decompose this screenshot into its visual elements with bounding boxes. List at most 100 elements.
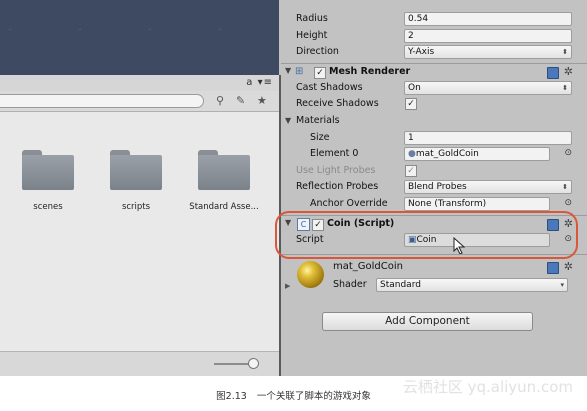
receive-shadows-label: Receive Shadows — [296, 98, 379, 109]
shader-dropdown[interactable]: Standard ▾ — [376, 278, 568, 292]
reflection-probes-value: Blend Probes — [408, 182, 467, 192]
figure-number: 图2.13 — [216, 391, 247, 402]
dropdown-arrow-icon: ⬍ — [562, 183, 568, 191]
folder-scripts[interactable]: scripts — [101, 150, 171, 212]
height-field[interactable]: 2 — [404, 29, 572, 43]
add-component-button[interactable]: Add Component — [322, 312, 533, 331]
element0-label: Element 0 — [310, 148, 359, 159]
size-field[interactable]: 1 — [404, 131, 572, 145]
mouse-cursor-icon — [453, 237, 466, 255]
folder-icon — [22, 150, 74, 190]
anchor-override-field[interactable]: None (Transform) — [404, 197, 550, 211]
project-footer — [0, 351, 279, 376]
folder-standard-assets[interactable]: Standard Asse... — [189, 150, 259, 212]
material-name: mat_GoldCoin — [333, 261, 403, 272]
object-picker-icon[interactable]: ⊙ — [564, 198, 572, 208]
foldout-arrow-icon[interactable]: ▼ — [285, 66, 291, 75]
mesh-renderer-header[interactable]: ▼ ⊞ ✓ Mesh Renderer ✲ — [281, 63, 587, 81]
radius-label: Radius — [296, 13, 328, 24]
cast-shadows-label: Cast Shadows — [296, 82, 363, 93]
unity-editor-screenshot: a ▾≡ ⚲ ✎ ★ scenes scripts Standard Asse.… — [0, 0, 587, 376]
enable-checkbox[interactable]: ✓ — [314, 67, 326, 79]
figure-caption: 图2.13 一个关联了脚本的游戏对象 — [0, 388, 587, 402]
element0-field[interactable]: ●mat_GoldCoin — [404, 147, 550, 161]
element0-row: Element 0 ●mat_GoldCoin ⊙ — [281, 146, 587, 162]
material-sphere-preview — [297, 261, 324, 288]
script-file-icon: ▣ — [408, 235, 417, 245]
light-probes-checkbox: ✓ — [405, 165, 417, 177]
dropdown-arrow-icon: ⬍ — [562, 48, 568, 56]
help-book-icon[interactable] — [547, 219, 559, 231]
filter-by-label-icon[interactable]: ✎ — [236, 94, 245, 107]
object-picker-icon[interactable]: ⊙ — [564, 234, 572, 244]
script-icon: C — [297, 218, 310, 231]
anchor-override-row: Anchor Override None (Transform) ⊙ — [281, 196, 587, 212]
script-field[interactable]: ▣Coin — [404, 233, 550, 247]
project-panel: a ▾≡ ⚲ ✎ ★ scenes scripts Standard Asse.… — [0, 75, 281, 376]
receive-shadows-row: Receive Shadows ✓ — [281, 96, 587, 112]
folder-label: scripts — [121, 202, 151, 212]
shader-value: Standard — [380, 280, 421, 290]
radius-field[interactable]: 0.54 — [404, 12, 572, 26]
inspector-panel: Radius 0.54 Height 2 Direction Y-Axis ⬍ ▼… — [281, 0, 587, 376]
filter-by-type-icon[interactable]: ⚲ — [216, 94, 224, 107]
size-row: Size 1 — [281, 130, 587, 146]
material-preview-section: ▶ mat_GoldCoin ✲ Shader Standard ▾ — [281, 254, 587, 295]
cast-shadows-value: On — [408, 83, 421, 93]
dropdown-arrow-icon: ⬍ — [562, 84, 568, 92]
help-book-icon[interactable] — [547, 67, 559, 79]
foldout-arrow-icon[interactable]: ▶ — [285, 282, 290, 290]
receive-shadows-checkbox[interactable]: ✓ — [405, 98, 417, 110]
height-label: Height — [296, 30, 328, 41]
search-input[interactable] — [0, 94, 204, 108]
direction-value: Y-Axis — [408, 47, 435, 57]
light-probes-label: Use Light Probes — [296, 165, 376, 176]
cast-shadows-row: Cast Shadows On ⬍ — [281, 80, 587, 96]
panel-menu-icon[interactable]: a ▾≡ — [246, 77, 273, 88]
reflection-probes-dropdown[interactable]: Blend Probes ⬍ — [404, 180, 572, 194]
direction-dropdown[interactable]: Y-Axis ⬍ — [404, 45, 572, 59]
material-icon: ● — [408, 149, 416, 159]
script-label: Script — [296, 234, 324, 245]
caption-text: 一个关联了脚本的游戏对象 — [256, 391, 371, 402]
folder-scenes[interactable]: scenes — [13, 150, 83, 212]
coin-script-header[interactable]: ▼ C ✓ Coin (Script) ✲ — [281, 215, 587, 233]
element0-value: mat_GoldCoin — [415, 149, 479, 159]
component-title: Coin (Script) — [327, 218, 395, 229]
folder-icon — [110, 150, 162, 190]
radius-row: Radius 0.54 — [281, 11, 587, 27]
reflection-probes-label: Reflection Probes — [296, 181, 379, 192]
mesh-renderer-icon: ⊞ — [295, 66, 304, 77]
gear-icon[interactable]: ✲ — [564, 65, 573, 78]
foldout-arrow-icon[interactable]: ▼ — [285, 218, 291, 227]
enable-checkbox[interactable]: ✓ — [312, 219, 324, 231]
folder-label: Standard Asse... — [189, 202, 259, 212]
dropdown-arrow-icon: ▾ — [560, 281, 564, 289]
anchor-override-label: Anchor Override — [310, 198, 388, 209]
folder-icon — [198, 150, 250, 190]
materials-row[interactable]: ▼ Materials — [281, 113, 587, 129]
direction-row: Direction Y-Axis ⬍ — [281, 44, 587, 60]
help-book-icon[interactable] — [547, 262, 559, 274]
reflection-probes-row: Reflection Probes Blend Probes ⬍ — [281, 179, 587, 195]
object-picker-icon[interactable]: ⊙ — [564, 148, 572, 158]
slider-handle[interactable] — [248, 358, 259, 369]
scene-view[interactable] — [0, 0, 279, 75]
foldout-arrow-icon[interactable]: ▼ — [285, 116, 291, 125]
gear-icon[interactable]: ✲ — [564, 260, 573, 273]
light-probes-row: Use Light Probes ✓ — [281, 163, 587, 179]
project-toolbar: a ▾≡ — [0, 75, 279, 92]
height-row: Height 2 — [281, 28, 587, 44]
cast-shadows-dropdown[interactable]: On ⬍ — [404, 81, 572, 95]
project-search-bar: ⚲ ✎ ★ — [0, 91, 279, 112]
favorite-star-icon[interactable]: ★ — [257, 94, 267, 107]
gear-icon[interactable]: ✲ — [564, 217, 573, 230]
script-value: Coin — [416, 235, 437, 245]
project-assets-grid: scenes scripts Standard Asse... — [0, 112, 279, 350]
size-label: Size — [310, 132, 330, 143]
materials-label: Materials — [296, 115, 340, 126]
script-row: Script ▣Coin ⊙ — [281, 232, 587, 255]
scene-grid — [0, 0, 279, 75]
shader-label: Shader — [333, 279, 367, 290]
direction-label: Direction — [296, 46, 339, 57]
